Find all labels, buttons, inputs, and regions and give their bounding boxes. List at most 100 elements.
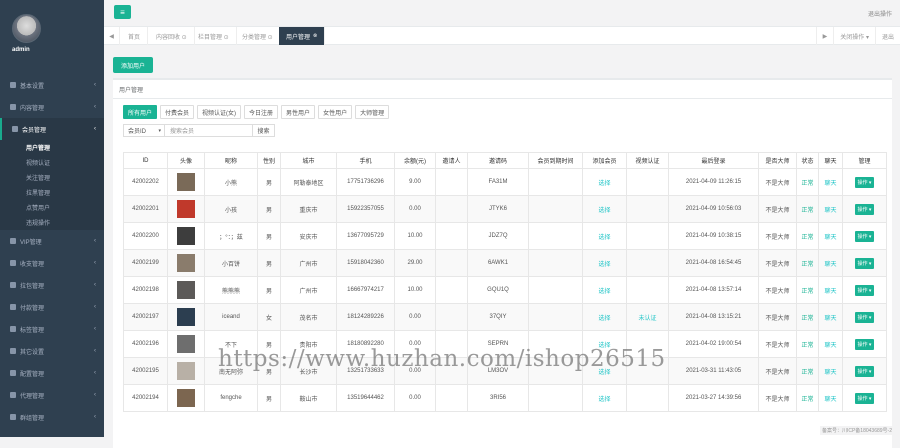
tag-icon [10, 326, 16, 332]
add-user-button[interactable]: 添加用户 [113, 57, 153, 73]
sidebar-item-1[interactable]: 内容管理 ‹ [0, 96, 104, 118]
status-label: 正常 [801, 315, 814, 322]
sidebar-item-7[interactable]: 标签管理 ‹ [0, 318, 104, 340]
avatar-thumbnail[interactable] [177, 335, 195, 353]
sidebar-item-4[interactable]: 收支管理 ‹ [0, 252, 104, 274]
table-cell-expire [528, 384, 583, 412]
tab-back-button[interactable]: ◀ [104, 27, 120, 45]
sidebar-item-2[interactable]: 会员管理 ‹ [0, 118, 104, 140]
chevron-left-icon: ‹ [94, 392, 96, 398]
table-cell-last: 2021-03-27 14:39:56 [668, 384, 759, 412]
avatar-thumbnail[interactable] [177, 200, 195, 218]
status-label: 正常 [801, 261, 814, 268]
close-ops-dropdown[interactable]: 关闭操作 ▾ [833, 27, 875, 45]
tab-right-controls: ▶ 关闭操作 ▾ 退出 [815, 27, 900, 45]
table-cell-id: 42002196 [123, 330, 168, 358]
table-cell-inviter [435, 195, 468, 223]
table-cell-id: 42002202 [123, 168, 168, 196]
sidebar-item-label: 收支管理 [20, 261, 45, 268]
table-cell-op: 操作 ▾ [842, 195, 887, 223]
add-link[interactable]: 选择 [598, 397, 610, 403]
sidebar-item-10[interactable]: 代理管理 ‹ [0, 384, 104, 406]
sidebar-item-11[interactable]: 群组管理 ‹ [0, 406, 104, 428]
filter-button-2[interactable]: 视频认证(女) [197, 105, 242, 119]
table-cell-id: 42002198 [123, 276, 168, 304]
tab-0[interactable]: 首页 [121, 27, 149, 45]
add-link[interactable]: 选择 [598, 316, 610, 322]
avatar[interactable] [12, 14, 41, 43]
close-icon[interactable]: ⊗ [313, 33, 317, 39]
filter-button-3[interactable]: 今日注册 [244, 105, 279, 119]
sidebar-subitem-5[interactable]: 违规操作 [0, 215, 104, 230]
operation-dropdown[interactable]: 操作 ▾ [854, 338, 875, 350]
tab-2[interactable]: 栏目管理 ⊙ [191, 27, 237, 45]
chat-link[interactable]: 聊天 [824, 208, 836, 214]
table-cell-master: 不是大师 [758, 303, 797, 331]
sidebar-item-label: 内容管理 [20, 105, 45, 112]
avatar-thumbnail[interactable] [177, 308, 195, 326]
sidebar-item-9[interactable]: 配置管理 ‹ [0, 362, 104, 384]
tab-active[interactable]: 用户管理 ⊗ [279, 27, 326, 45]
operation-dropdown[interactable]: 操作 ▾ [854, 230, 875, 242]
operation-dropdown[interactable]: 操作 ▾ [854, 311, 875, 323]
filter-button-1[interactable]: 付费会员 [160, 105, 195, 119]
sidebar-subitem-4[interactable]: 点赞用户 [0, 200, 104, 215]
sidebar-item-6[interactable]: 付款管理 ‹ [0, 296, 104, 318]
avatar-thumbnail[interactable] [177, 173, 195, 191]
operation-dropdown[interactable]: 操作 ▾ [854, 392, 875, 404]
logout-link[interactable]: 退出操作 [868, 9, 892, 18]
add-link[interactable]: 选择 [598, 235, 610, 241]
add-link[interactable]: 选择 [598, 262, 610, 268]
chevron-left-icon: ‹ [94, 238, 96, 244]
sidebar-item-3[interactable]: VIP管理 ‹ [0, 230, 104, 252]
filter-button-5[interactable]: 女性用户 [318, 105, 353, 119]
video-link[interactable]: 未认证 [638, 316, 656, 322]
operation-dropdown[interactable]: 操作 ▾ [854, 365, 875, 377]
operation-dropdown[interactable]: 操作 ▾ [854, 257, 875, 269]
add-link[interactable]: 选择 [598, 208, 610, 214]
chevron-left-icon: ‹ [94, 260, 96, 266]
avatar-thumbnail[interactable] [177, 389, 195, 407]
operation-dropdown[interactable]: 操作 ▾ [854, 176, 875, 188]
operation-dropdown[interactable]: 操作 ▾ [854, 203, 875, 215]
sidebar-item-8[interactable]: 其它设置 ‹ [0, 340, 104, 362]
search-input[interactable]: 搜索会员 [165, 124, 253, 137]
sidebar-subitem-0[interactable]: 用户管理 [0, 140, 104, 155]
search-button[interactable]: 搜索 [253, 124, 275, 137]
chevron-left-icon: ‹ [94, 348, 96, 354]
avatar-thumbnail[interactable] [177, 281, 195, 299]
sidebar-item-5[interactable]: 拉包管理 ‹ [0, 274, 104, 296]
user-panel: 用户管理 所有用户 付费会员 视频认证(女) 今日注册 男性用户 女性用户 大师管理 会员I… [113, 78, 892, 448]
search-type-select[interactable]: 会员ID ▾ [123, 124, 165, 137]
filter-button-6[interactable]: 大师管理 [355, 105, 390, 119]
chat-link[interactable]: 聊天 [824, 370, 836, 376]
sidebar-subitem-1[interactable]: 视频认证 [0, 155, 104, 170]
status-label: 正常 [801, 369, 814, 376]
tab-1[interactable]: 内容回收 ⊙ [149, 27, 195, 45]
table-header-cell: 头像 [167, 152, 205, 169]
avatar-thumbnail[interactable] [177, 227, 195, 245]
chat-link[interactable]: 聊天 [824, 262, 836, 268]
filter-button-4[interactable]: 男性用户 [281, 105, 316, 119]
tab-3[interactable]: 分类管理 ⊙ [235, 27, 281, 45]
avatar-thumbnail[interactable] [177, 254, 195, 272]
table-cell-phone: 16667974217 [336, 276, 395, 304]
menu-toggle-button[interactable]: ≡ [114, 5, 131, 19]
sidebar-subitem-2[interactable]: 关注管理 [0, 170, 104, 185]
chat-link[interactable]: 聊天 [824, 235, 836, 241]
filter-button-0[interactable]: 所有用户 [123, 105, 158, 119]
chat-link[interactable]: 聊天 [824, 397, 836, 403]
sidebar-subitem-3[interactable]: 拉黑管理 [0, 185, 104, 200]
chat-link[interactable]: 聊天 [824, 181, 836, 187]
operation-dropdown[interactable]: 操作 ▾ [854, 284, 875, 296]
tab-forward-button[interactable]: ▶ [815, 27, 834, 45]
add-link[interactable]: 选择 [598, 289, 610, 295]
chat-link[interactable]: 聊天 [824, 343, 836, 349]
table-cell-op: 操作 ▾ [842, 168, 887, 196]
chat-link[interactable]: 聊天 [824, 316, 836, 322]
chat-link[interactable]: 聊天 [824, 289, 836, 295]
exit-tab-button[interactable]: 退出 [874, 27, 900, 45]
add-link[interactable]: 选择 [598, 181, 610, 187]
avatar-thumbnail[interactable] [177, 362, 195, 380]
sidebar-item-0[interactable]: 基本设置 ‹ [0, 74, 104, 96]
